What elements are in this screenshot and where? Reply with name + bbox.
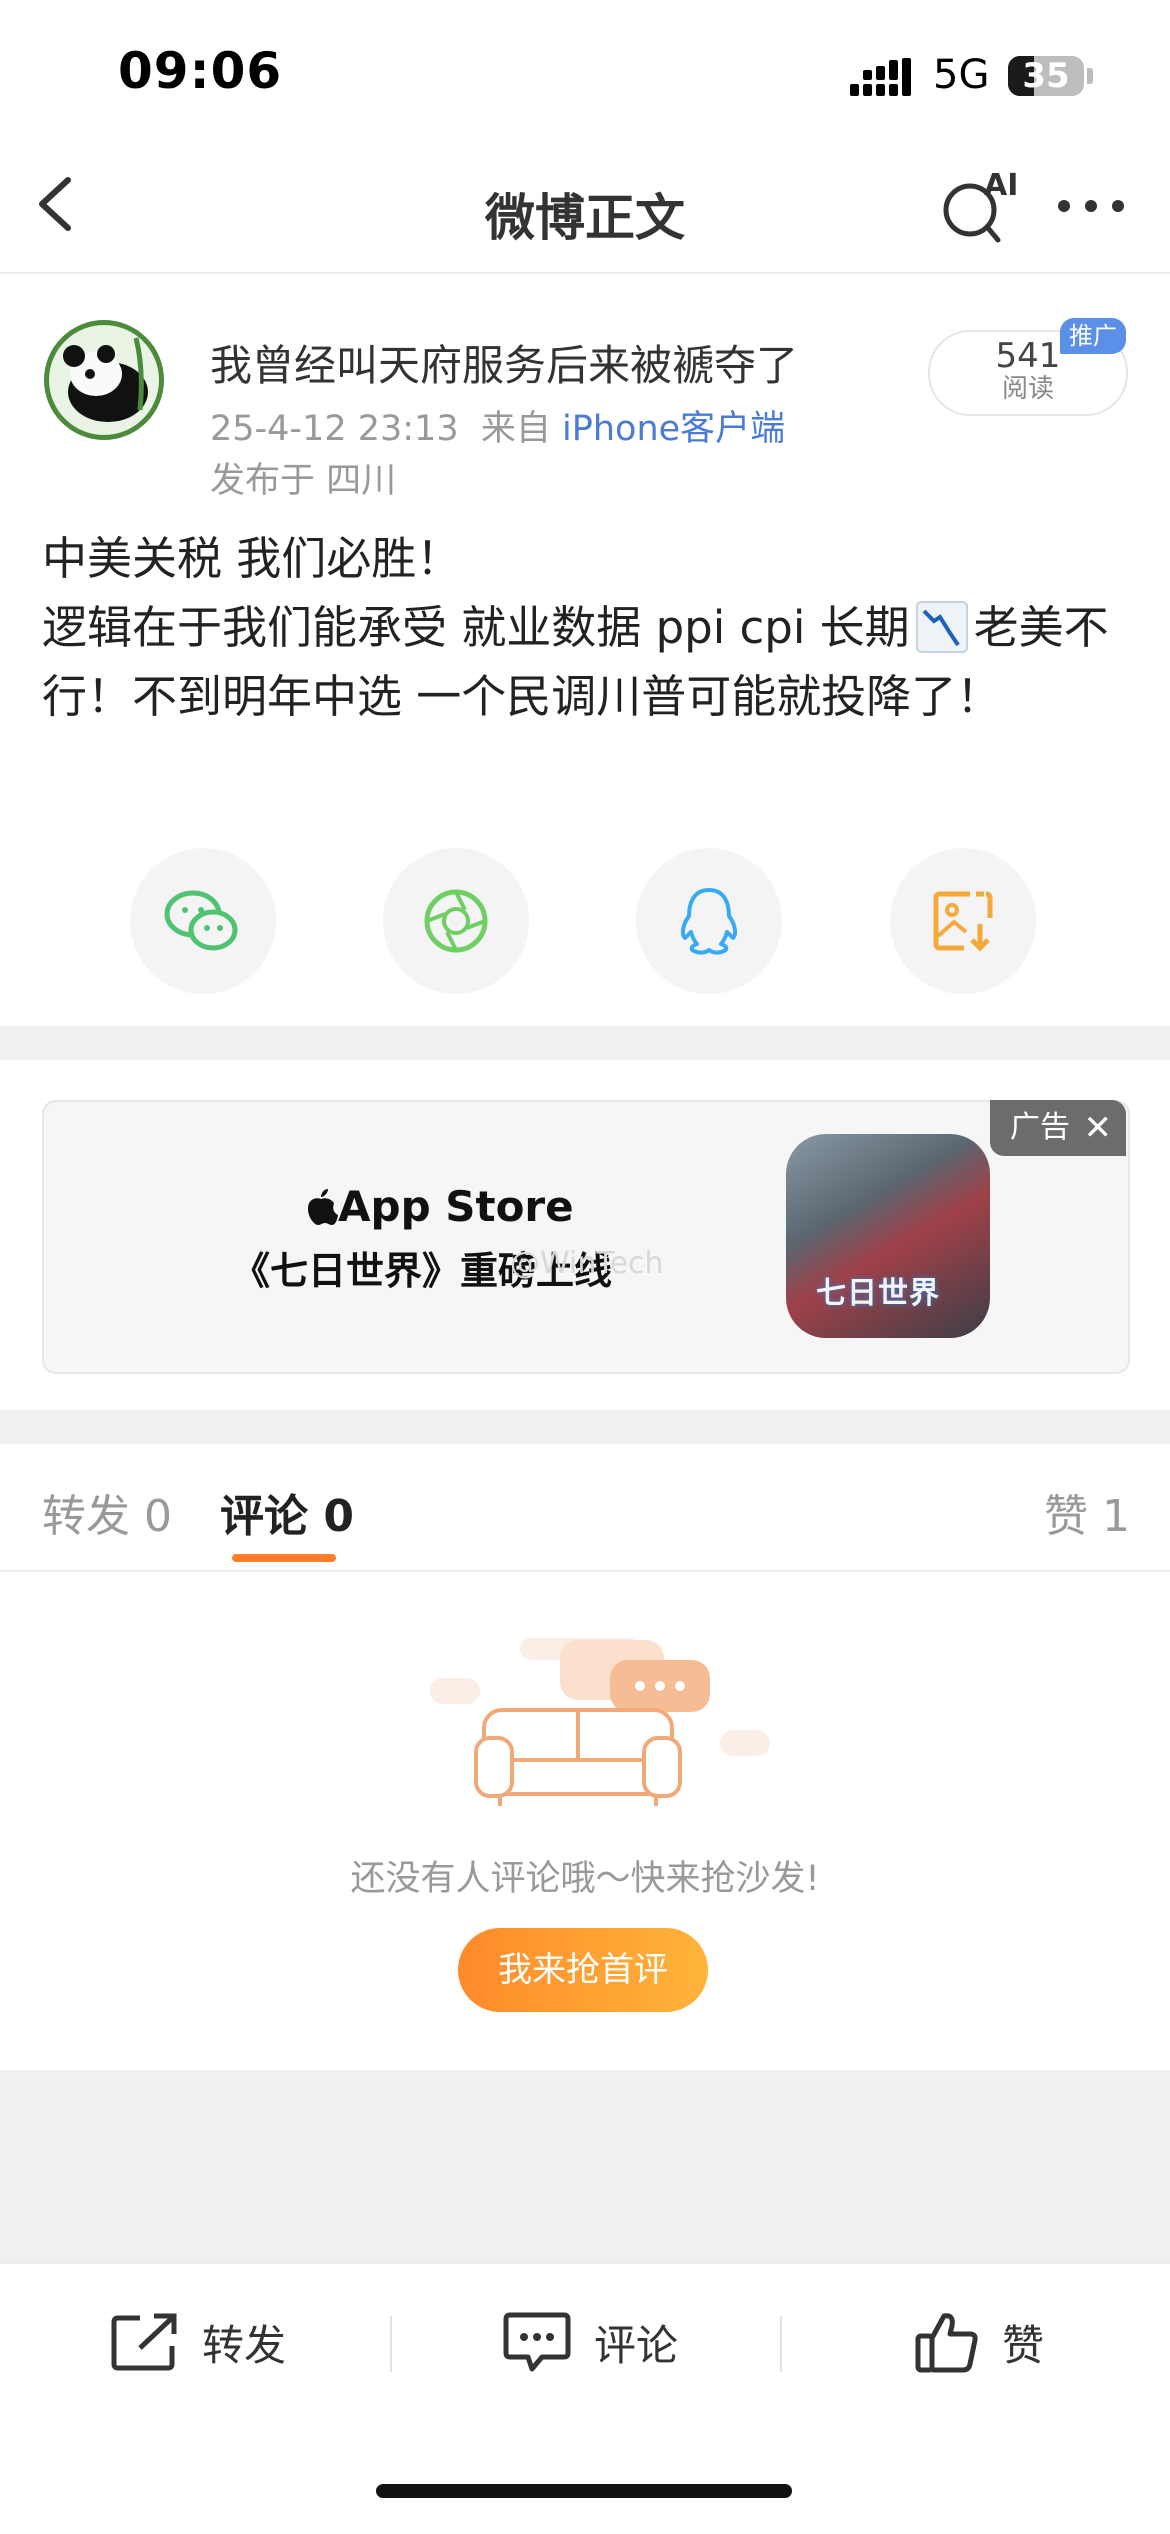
avatar[interactable]: [44, 320, 164, 440]
source-prefix: 来自: [480, 409, 551, 449]
status-time: 09:06: [118, 42, 283, 100]
share-wechat-button[interactable]: [130, 848, 276, 994]
section-gap: [0, 1410, 1170, 1444]
app-store-label: App Store: [338, 1182, 574, 1231]
section-gap: [0, 1026, 1170, 1060]
nav-divider: [0, 272, 1170, 274]
ai-search-button[interactable]: AI: [940, 168, 1020, 248]
game-app-icon[interactable]: 七日世界: [786, 1134, 990, 1338]
home-indicator: [376, 2484, 792, 2498]
panda-avatar-icon: [44, 320, 164, 440]
wechat-icon: [164, 890, 238, 951]
ad-label-text: 广告: [1010, 1110, 1070, 1145]
tab-repost[interactable]: 转发 0: [42, 1480, 172, 1544]
tab-active-indicator: [232, 1554, 336, 1562]
like-button[interactable]: 赞: [914, 2310, 1044, 2374]
comment-label: 评论: [594, 2320, 679, 2370]
thumbs-up-icon: [915, 2313, 978, 2373]
post-source[interactable]: iPhone客户端: [562, 409, 785, 449]
network-type: 5G: [933, 52, 990, 98]
moments-icon: [424, 889, 488, 953]
battery-level: 35: [1022, 56, 1070, 96]
repost-icon: [111, 2313, 177, 2371]
qq-icon: [680, 888, 738, 955]
comment-icon: [503, 2312, 571, 2372]
share-moments-button[interactable]: [383, 848, 529, 994]
first-comment-button[interactable]: 我来抢首评: [458, 1928, 708, 2012]
close-icon[interactable]: ✕: [1084, 1100, 1113, 1156]
ai-label: AI: [984, 168, 1019, 203]
battery-tip: [1087, 68, 1093, 84]
repost-label: 转发: [202, 2320, 287, 2370]
tab-comments[interactable]: 评论 0: [220, 1480, 354, 1544]
bottom-separator: [390, 2316, 392, 2372]
signal-icon: [850, 58, 911, 96]
save-image-button[interactable]: [890, 848, 1036, 994]
more-button[interactable]: [1056, 196, 1126, 216]
tab-likes[interactable]: 赞 1: [1044, 1480, 1130, 1544]
sofa-illustration-icon: [430, 1638, 770, 1806]
ad-store-name: App Store: [304, 1182, 574, 1231]
username[interactable]: 我曾经叫天府服务后来被褫夺了: [210, 332, 798, 393]
post-time: 25-4-12 23:13: [210, 409, 459, 449]
chart-decreasing-icon: [915, 601, 968, 653]
post-line-1: 中美关税 我们必胜！: [42, 532, 462, 585]
game-logo: 七日世界: [816, 1276, 940, 1311]
read-label: 阅读: [1001, 374, 1054, 404]
post-meta: 25-4-12 23:13 来自 iPhone客户端: [210, 400, 785, 451]
post-location: 发布于 四川: [210, 461, 397, 501]
repost-button[interactable]: 转发: [110, 2310, 286, 2374]
apple-logo-icon: [308, 1189, 338, 1225]
post-line-2a: 逻辑在于我们能承受 就业数据 ppi cpi 长期: [42, 601, 910, 654]
share-qq-button[interactable]: [636, 848, 782, 994]
save-image-icon: [933, 891, 993, 952]
comment-button[interactable]: 评论: [502, 2310, 678, 2374]
content-filler: [0, 2070, 1170, 2262]
like-label: 赞: [1002, 2320, 1045, 2370]
ad-label[interactable]: 广告 ✕: [990, 1100, 1126, 1156]
empty-comments-text: 还没有人评论哦～快来抢沙发!: [350, 1859, 820, 1899]
bottom-separator: [780, 2316, 782, 2372]
tab-divider: [0, 1570, 1170, 1572]
ad-watermark: @WinTech: [510, 1246, 664, 1281]
promote-badge[interactable]: 推广: [1060, 318, 1126, 354]
post-content: 中美关税 我们必胜！ 逻辑在于我们能承受 就业数据 ppi cpi 长期 老美不…: [42, 524, 1132, 731]
